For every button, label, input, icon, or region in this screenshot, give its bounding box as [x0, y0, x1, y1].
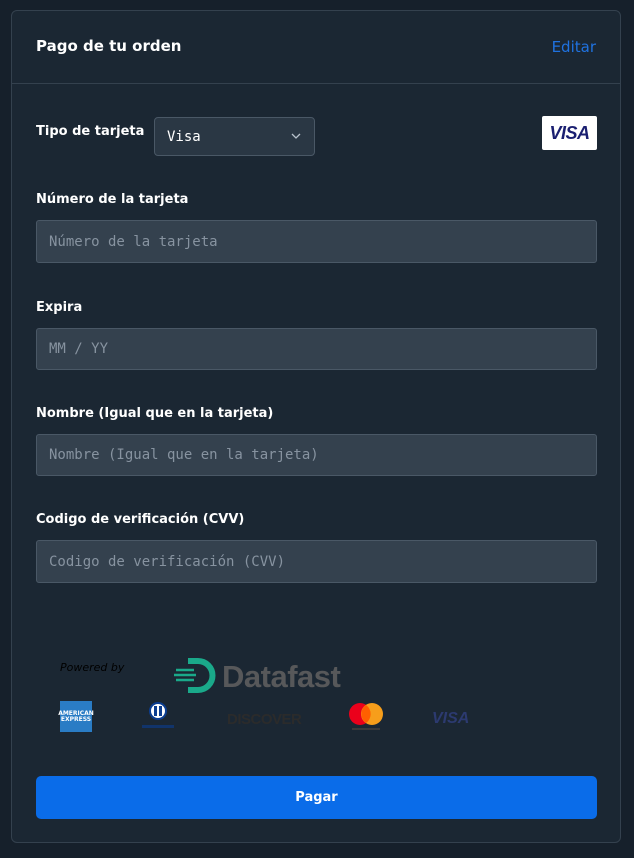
chevron-down-icon — [291, 133, 301, 139]
card-type-select[interactable]: Visa — [154, 117, 315, 156]
card-number-input[interactable] — [36, 220, 597, 263]
visa-small-text: VISA — [432, 710, 470, 727]
name-input[interactable] — [36, 434, 597, 476]
visa-icon: VISA — [432, 708, 469, 728]
amex-text: AMERICAN EXPRESS — [58, 709, 94, 723]
edit-link[interactable]: Editar — [552, 38, 596, 56]
cvv-input[interactable] — [36, 540, 597, 583]
datafast-mark-icon — [174, 658, 216, 693]
diners-club-icon — [142, 702, 174, 728]
visa-badge-text: VISA — [549, 122, 590, 143]
page-title: Pago de tu orden — [36, 37, 182, 55]
card-type-label: Tipo de tarjeta — [36, 124, 145, 139]
name-label: Nombre (Igual que en la tarjeta) — [36, 406, 274, 421]
discover-icon: DISCOVER — [227, 709, 302, 729]
datafast-wordmark: Datafast — [222, 659, 341, 694]
card-number-label: Número de la tarjeta — [36, 192, 189, 207]
pay-button[interactable]: Pagar — [36, 776, 597, 819]
cvv-label: Codigo de verificación (CVV) — [36, 512, 245, 527]
payment-card: Pago de tu orden Editar Tipo de tarjeta … — [11, 10, 621, 843]
card-type-selected: Visa — [167, 129, 201, 145]
mastercard-icon — [349, 703, 383, 730]
card-header: Pago de tu orden Editar — [12, 11, 620, 84]
powered-by-text: Powered by — [60, 661, 125, 674]
amex-icon: AMERICAN EXPRESS — [58, 701, 94, 732]
datafast-logo: Datafast — [174, 657, 356, 697]
expiry-label: Expira — [36, 300, 83, 315]
visa-card-icon: VISA — [542, 116, 597, 150]
expiry-input[interactable] — [36, 328, 597, 370]
discover-text: DISCOVER — [227, 711, 302, 728]
